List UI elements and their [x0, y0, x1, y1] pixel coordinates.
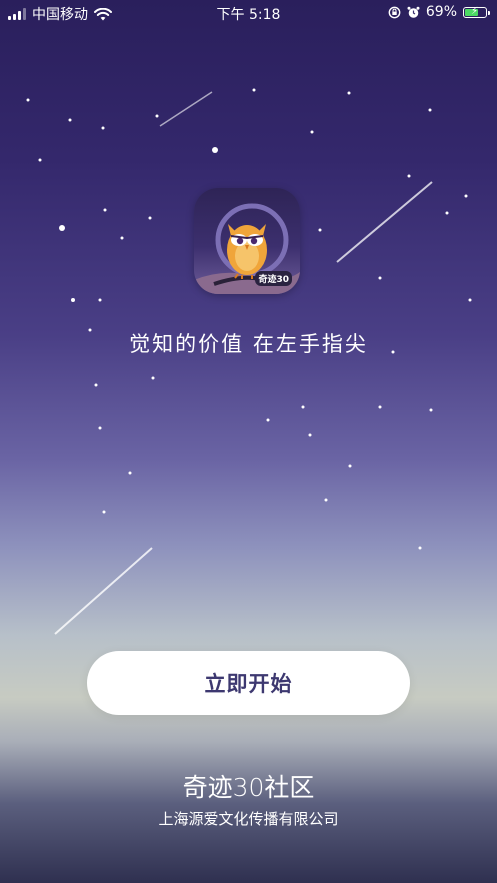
icon-badge-text: 奇迹30	[255, 271, 292, 286]
status-bar: 中国移动 下午 5:18 69% ⚡	[0, 0, 497, 26]
battery-icon: ⚡	[463, 6, 490, 18]
alarm-icon	[407, 6, 420, 18]
brand-logo-text: 奇迹30社区	[182, 773, 315, 802]
owl-app-icon: 奇迹30	[194, 188, 300, 294]
slogan-text: 觉知的价值 在左手指尖	[129, 332, 368, 356]
orientation-lock-icon	[388, 6, 401, 18]
battery-percent: 69%	[425, 4, 457, 20]
start-now-button[interactable]: 立即开始	[87, 651, 410, 715]
starry-sky-background	[26, 88, 472, 635]
company-name: 上海源爱文化传播有限公司	[158, 810, 339, 828]
